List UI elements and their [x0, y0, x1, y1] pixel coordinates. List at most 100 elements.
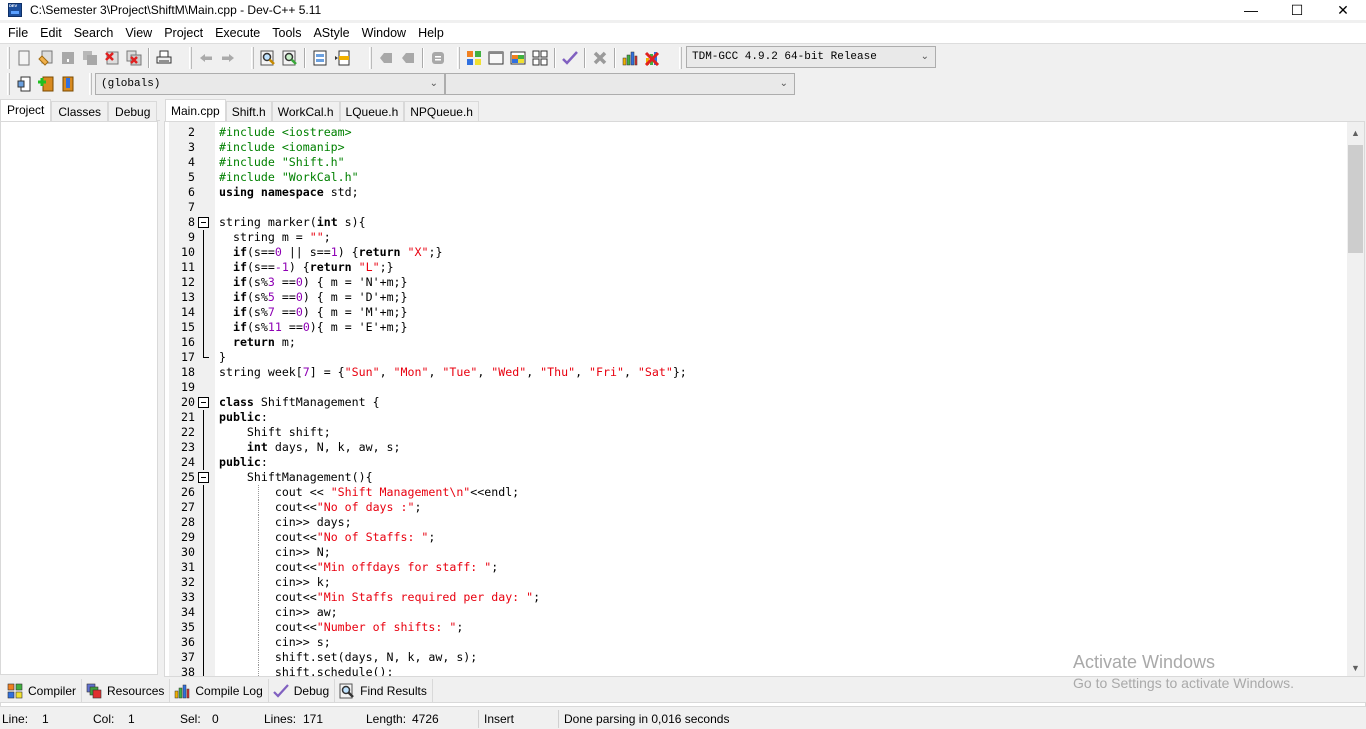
compile-run-button[interactable] [507, 47, 529, 69]
code-line[interactable]: 26 cout << "Shift Management\n"<<endl; [165, 485, 1345, 500]
tab-npqueue-h[interactable]: NPQueue.h [404, 101, 479, 121]
code-line[interactable]: 16 return m; [165, 335, 1345, 350]
print-button[interactable] [153, 47, 175, 69]
toolbar-grip[interactable] [189, 47, 192, 69]
project-tree[interactable] [0, 121, 158, 675]
code-line[interactable]: 10 if(s==0 || s==1) {return "X";} [165, 245, 1345, 260]
close-file-button[interactable] [101, 47, 123, 69]
menu-edit[interactable]: Edit [34, 26, 68, 40]
code-line[interactable]: 25 ShiftManagement(){ [165, 470, 1345, 485]
compiler-select[interactable]: TDM-GCC 4.9.2 64-bit Release ⌄ [686, 46, 936, 68]
tab-resources[interactable]: Resources [82, 679, 171, 702]
tab-classes[interactable]: Classes [51, 101, 109, 121]
fold-toggle-icon[interactable] [198, 397, 209, 408]
minimize-button[interactable]: — [1228, 0, 1274, 20]
tab-debug-output[interactable]: Debug [269, 679, 336, 702]
code-line[interactable]: 32 cin>> k; [165, 575, 1345, 590]
code-line[interactable]: 20 class ShiftManagement { [165, 395, 1345, 410]
maximize-button[interactable]: ☐ [1274, 0, 1320, 20]
code-line[interactable]: 33 cout<<"Min Staffs required per day: "… [165, 590, 1345, 605]
menu-view[interactable]: View [119, 26, 158, 40]
syntax-check-button[interactable] [559, 47, 581, 69]
tab-main-cpp[interactable]: Main.cpp [165, 99, 226, 121]
code-line[interactable]: 23 int days, N, k, aw, s; [165, 440, 1345, 455]
find-button[interactable] [257, 47, 279, 69]
remove-from-project-button[interactable] [57, 73, 79, 95]
code-line[interactable]: 3 #include <iomanip> [165, 140, 1345, 155]
rebuild-button[interactable] [529, 47, 551, 69]
toolbar-grip[interactable] [7, 47, 10, 69]
tab-find-results[interactable]: Find Results [335, 679, 433, 702]
toolbar-grip[interactable] [251, 47, 254, 69]
symbol-select[interactable]: ⌄ [445, 73, 795, 95]
toolbar-grip[interactable] [7, 73, 10, 95]
run-button[interactable] [485, 47, 507, 69]
code-line[interactable]: 12 if(s%3 ==0) { m = 'N'+m;} [165, 275, 1345, 290]
code-line[interactable]: 9 string m = ""; [165, 230, 1345, 245]
code-line[interactable]: 21 public: [165, 410, 1345, 425]
code-line[interactable]: 8 string marker(int s){ [165, 215, 1345, 230]
code-line[interactable]: 5 #include "WorkCal.h" [165, 170, 1345, 185]
menu-tools[interactable]: Tools [266, 26, 307, 40]
tab-workcal-h[interactable]: WorkCal.h [271, 101, 340, 121]
tab-shift-h[interactable]: Shift.h [225, 101, 272, 121]
code-line[interactable]: 7 [165, 200, 1345, 215]
code-line[interactable]: 34 cin>> aw; [165, 605, 1345, 620]
redo-button[interactable] [217, 47, 239, 69]
undo-button[interactable] [195, 47, 217, 69]
menu-file[interactable]: File [2, 26, 34, 40]
code-line[interactable]: 2 #include <iostream> [165, 125, 1345, 140]
delete-profile-button[interactable] [641, 47, 663, 69]
code-editor[interactable]: 2 #include <iostream> 3 #include <iomanip> 4… [164, 121, 1365, 677]
new-project-button[interactable] [13, 73, 35, 95]
toolbar-grip[interactable] [369, 47, 372, 69]
toolbar-grip[interactable] [679, 47, 682, 69]
tab-compile-log[interactable]: Compile Log [170, 679, 269, 702]
goto-back-button[interactable] [375, 47, 397, 69]
code-line[interactable]: 31 cout<<"Min offdays for staff: "; [165, 560, 1345, 575]
save-all-button[interactable] [79, 47, 101, 69]
new-file-button[interactable] [13, 47, 35, 69]
code-line[interactable]: 15 if(s%11 ==0){ m = 'E'+m;} [165, 320, 1345, 335]
code-line[interactable]: 30 cin>> N; [165, 545, 1345, 560]
scroll-up-button[interactable]: ▲ [1347, 124, 1364, 141]
code-line[interactable]: 35 cout<<"Number of shifts: "; [165, 620, 1345, 635]
save-button[interactable] [57, 47, 79, 69]
vertical-scrollbar[interactable]: ▲ ▼ [1347, 122, 1364, 676]
code-line[interactable]: 28 cin>> days; [165, 515, 1345, 530]
scrollbar-thumb[interactable] [1348, 145, 1363, 253]
stop-button[interactable] [589, 47, 611, 69]
compile-button[interactable] [463, 47, 485, 69]
menu-window[interactable]: Window [356, 26, 412, 40]
tab-debug[interactable]: Debug [108, 101, 158, 121]
code-line[interactable]: 27 cout<<"No of days :"; [165, 500, 1345, 515]
code-line[interactable]: 18 string week[7] = {"Sun", "Mon", "Tue",… [165, 365, 1345, 380]
replace-button[interactable] [279, 47, 301, 69]
profile-button[interactable] [619, 47, 641, 69]
fold-toggle-icon[interactable] [198, 217, 209, 228]
menu-search[interactable]: Search [68, 26, 120, 40]
toolbar-grip[interactable] [457, 47, 460, 69]
code-line[interactable]: 14 if(s%7 ==0) { m = 'M'+m;} [165, 305, 1345, 320]
code-line[interactable]: 29 cout<<"No of Staffs: "; [165, 530, 1345, 545]
goto-forward-button[interactable] [397, 47, 419, 69]
code-line[interactable]: 6 using namespace std; [165, 185, 1345, 200]
code-line[interactable]: 36 cin>> s; [165, 635, 1345, 650]
bottom-panel-splitter[interactable] [0, 702, 1366, 707]
open-file-button[interactable] [35, 47, 57, 69]
code-line[interactable]: 13 if(s%5 ==0) { m = 'D'+m;} [165, 290, 1345, 305]
code-line[interactable]: 19 [165, 380, 1345, 395]
code-line[interactable]: 11 if(s==-1) {return "L";} [165, 260, 1345, 275]
fold-toggle-icon[interactable] [198, 472, 209, 483]
close-all-button[interactable] [123, 47, 145, 69]
menu-help[interactable]: Help [412, 26, 450, 40]
code-line[interactable]: 4 #include "Shift.h" [165, 155, 1345, 170]
tab-lqueue-h[interactable]: LQueue.h [339, 101, 405, 121]
indent-button[interactable] [309, 47, 331, 69]
bookmark-button[interactable] [427, 47, 449, 69]
menu-astyle[interactable]: AStyle [307, 26, 355, 40]
scope-select[interactable]: (globals) ⌄ [95, 73, 445, 95]
scroll-down-button[interactable]: ▼ [1347, 659, 1364, 676]
unindent-button[interactable] [331, 47, 353, 69]
tab-compiler[interactable]: Compiler [3, 679, 83, 702]
